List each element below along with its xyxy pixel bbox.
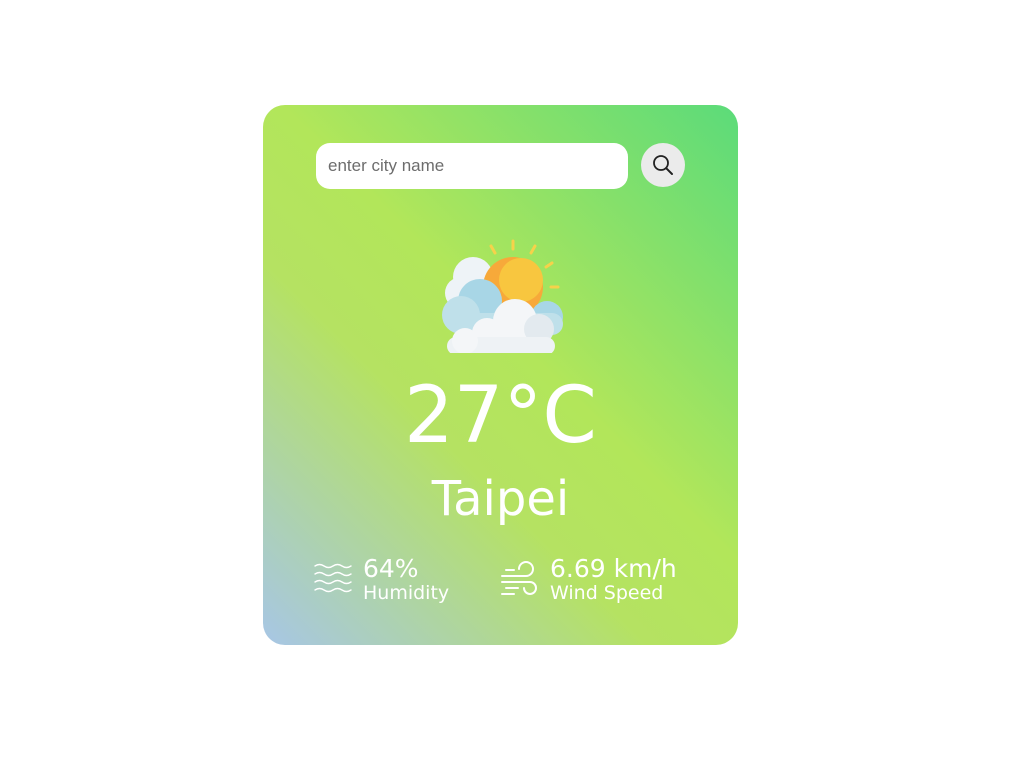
weather-card: 27°C Taipei 64% Humidity <box>263 105 738 645</box>
humidity-detail: 64% Humidity <box>313 555 449 604</box>
city-name: Taipei <box>431 471 570 527</box>
partly-cloudy-icon <box>442 239 563 353</box>
search-bar <box>316 143 685 189</box>
humidity-waves-icon <box>314 563 352 592</box>
temperature-value: 27°C <box>404 371 597 461</box>
humidity-label: Humidity <box>363 581 450 604</box>
city-search-input[interactable] <box>316 143 628 189</box>
wind-detail: 6.69 km/h Wind Speed <box>500 555 677 604</box>
wind-speed-value: 6.69 km/h <box>550 554 677 583</box>
search-icon <box>653 155 673 175</box>
search-button[interactable] <box>641 143 685 187</box>
wind-speed-label: Wind Speed <box>550 581 664 604</box>
wind-icon <box>501 560 537 595</box>
humidity-value: 64% <box>363 554 419 583</box>
